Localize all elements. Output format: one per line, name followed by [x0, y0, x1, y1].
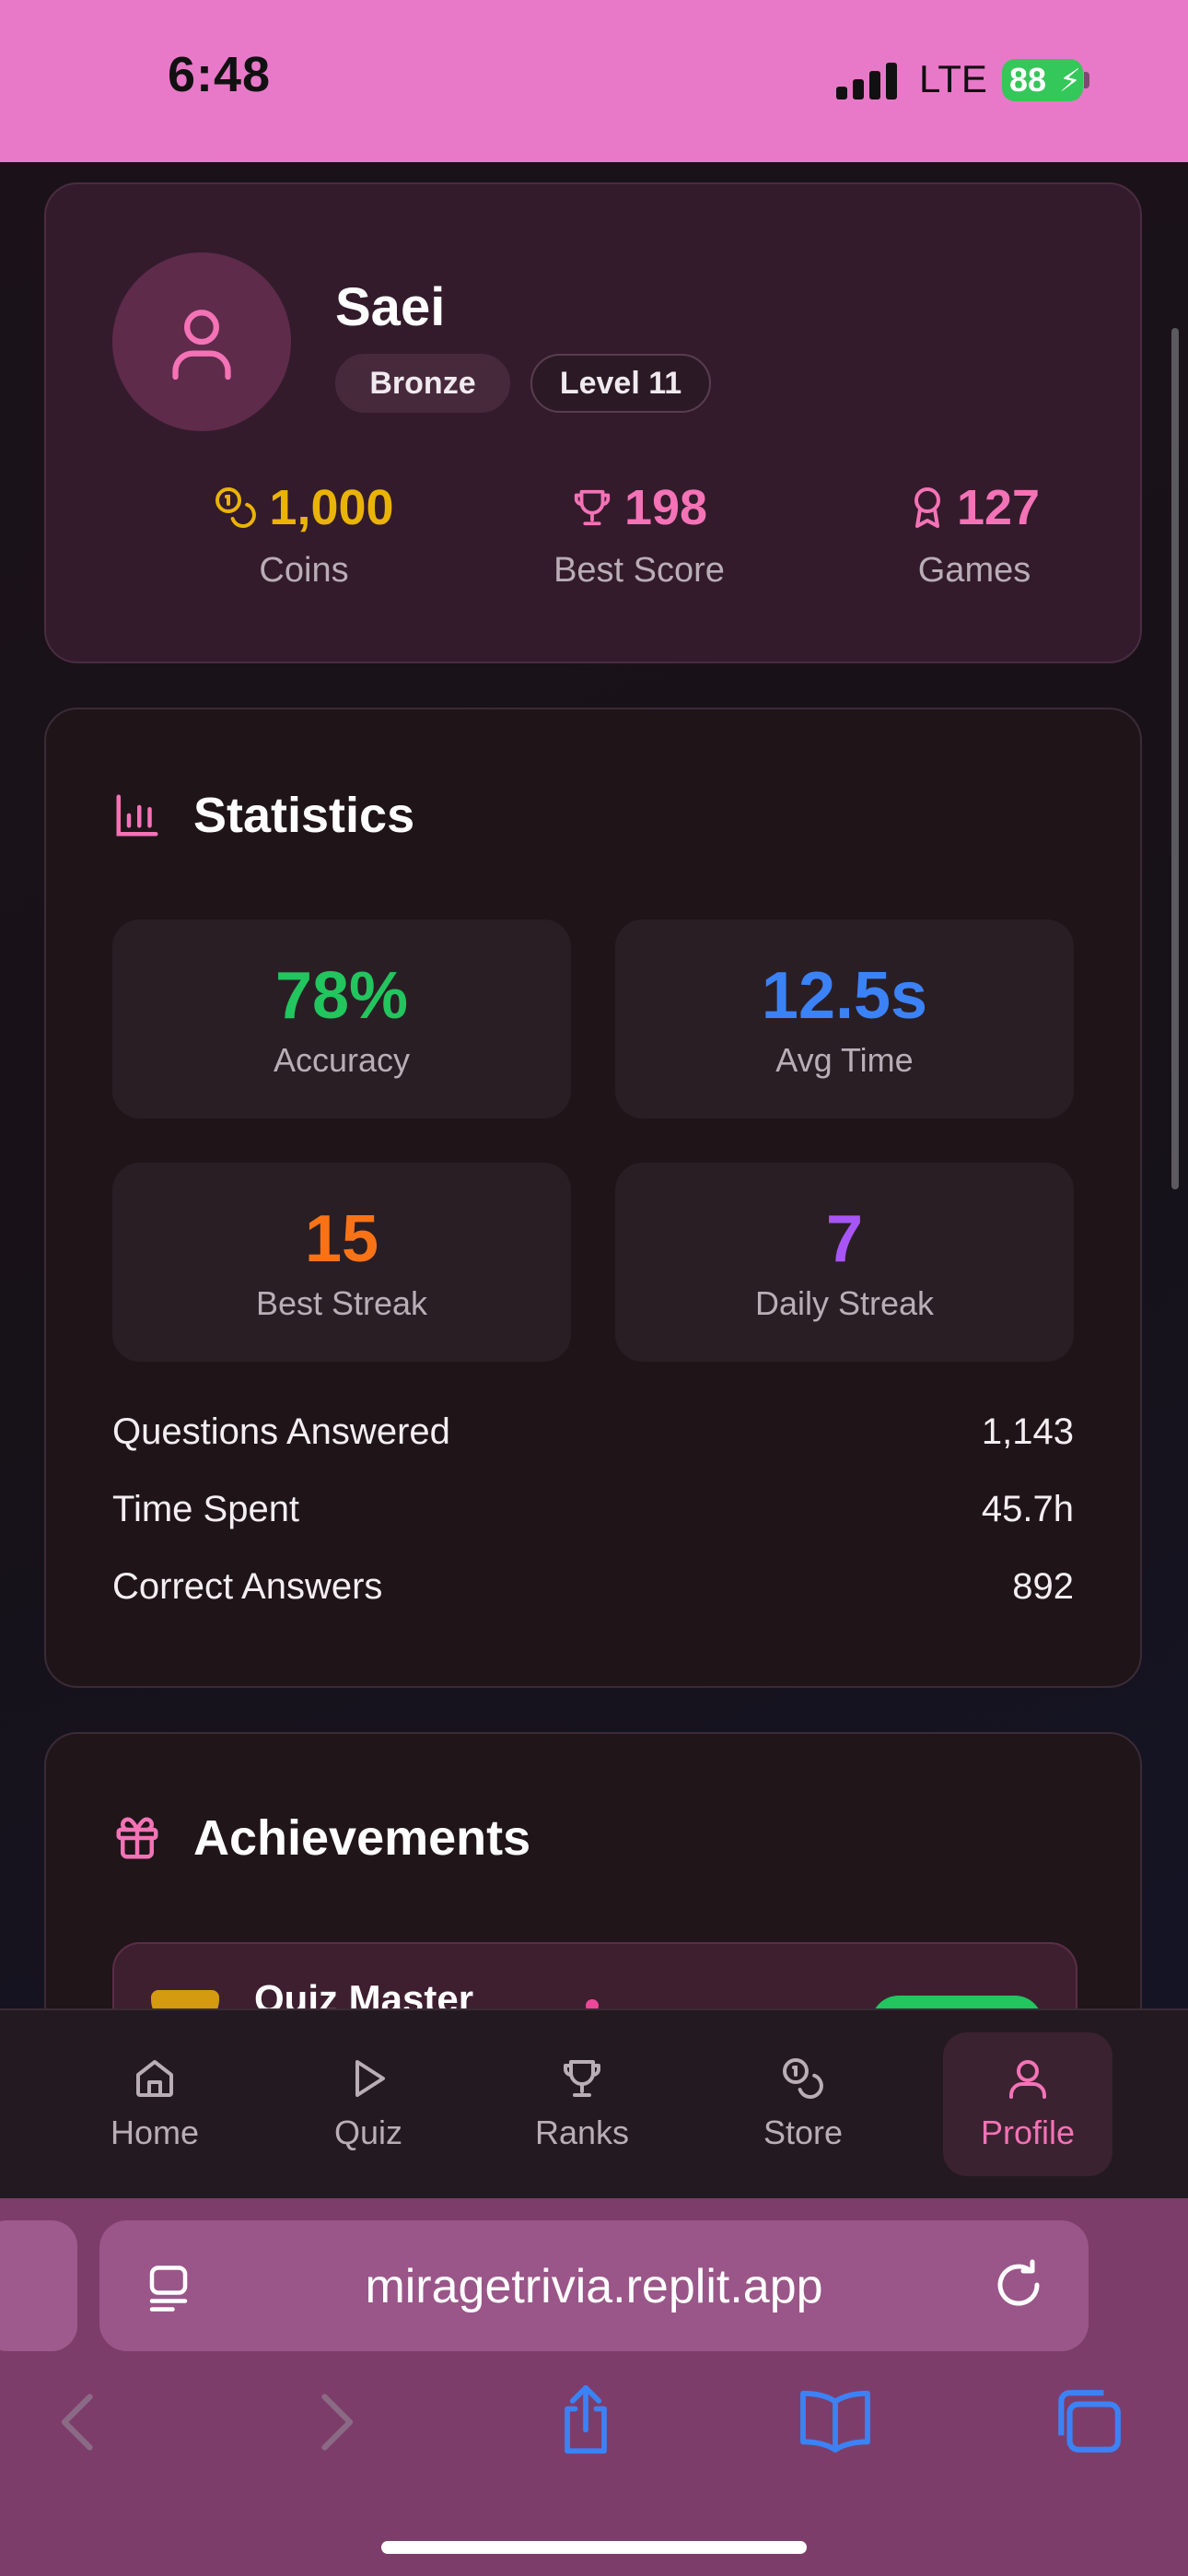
- trophy-icon: [574, 489, 611, 526]
- row-label: Time Spent: [112, 1489, 300, 1529]
- tabs-icon[interactable]: [1050, 2386, 1124, 2456]
- row-value: 45.7h: [981, 1489, 1074, 1529]
- scrollbar[interactable]: [1171, 328, 1179, 1189]
- share-icon[interactable]: [553, 2383, 619, 2456]
- avg-time-label: Avg Time: [775, 1041, 914, 1079]
- tab-label: Ranks: [534, 2113, 630, 2151]
- achievement-name: Quiz Master: [254, 1977, 474, 2008]
- row-value: 892: [1012, 1566, 1074, 1607]
- battery-level: 88: [1009, 61, 1047, 99]
- network-type: LTE: [919, 57, 987, 100]
- status-bar: 6:48 LTE 88 ⚡: [0, 0, 1188, 162]
- coins-stat: 1,000 Coins: [138, 479, 470, 591]
- play-icon: [355, 2060, 385, 2097]
- home-indicator[interactable]: [381, 2541, 807, 2554]
- tab-store[interactable]: Store: [718, 2032, 888, 2176]
- user-name: Saei: [335, 277, 446, 337]
- achievements-card: Achievements Quiz Master: [44, 1732, 1142, 2008]
- url-text: miragetrivia.replit.app: [365, 2260, 823, 2313]
- best-score-stat: 198 Best Score: [473, 479, 805, 591]
- achievement-dot: [586, 1999, 599, 2008]
- back-icon[interactable]: [55, 2390, 101, 2454]
- accuracy-value: 78%: [274, 959, 409, 1033]
- home-icon: [136, 2060, 173, 2097]
- tab-label: Quiz: [333, 2113, 403, 2151]
- status-time: 6:48: [168, 47, 272, 102]
- level-badge: Level 11: [530, 354, 711, 413]
- avatar: [112, 252, 291, 431]
- tab-label: Home: [110, 2113, 200, 2151]
- coins-icon: [783, 2058, 823, 2099]
- signal-icon: [836, 61, 899, 100]
- tab-label: Store: [763, 2113, 844, 2151]
- trophy-icon: [564, 2060, 600, 2097]
- tab-home[interactable]: Home: [70, 2032, 239, 2176]
- daily-streak-tile: 7 Daily Streak: [615, 1163, 1074, 1362]
- questions-answered-row: Questions Answered 1,143: [112, 1411, 1074, 1453]
- avg-time-tile: 12.5s Avg Time: [615, 919, 1074, 1118]
- daily-streak-value: 7: [825, 1202, 864, 1276]
- row-label: Correct Answers: [112, 1566, 383, 1607]
- tab-profile[interactable]: Profile: [943, 2032, 1112, 2176]
- avg-time-value: 12.5s: [761, 959, 928, 1033]
- user-icon: [1009, 2060, 1046, 2099]
- main-content[interactable]: Saei Bronze Level 11 1,000 Coins 198 Bes…: [0, 162, 1188, 2008]
- tab-quiz[interactable]: Quiz: [284, 2032, 453, 2176]
- statistics-card: Statistics 78% Accuracy 12.5s Avg Time 1…: [44, 708, 1142, 1688]
- time-spent-row: Time Spent 45.7h: [112, 1489, 1074, 1530]
- tab-label: Profile: [980, 2113, 1076, 2151]
- profile-card: Saei Bronze Level 11 1,000 Coins 198 Bes…: [44, 182, 1142, 663]
- tab-ranks[interactable]: Ranks: [497, 2032, 667, 2176]
- games-label: Games: [917, 551, 1031, 590]
- best-score-value: 198: [623, 480, 708, 535]
- correct-answers-row: Correct Answers 892: [112, 1566, 1074, 1608]
- previous-tab-preview[interactable]: [0, 2220, 77, 2351]
- coins-icon: [215, 487, 257, 528]
- award-icon: [914, 487, 940, 528]
- row-label: Questions Answered: [112, 1411, 450, 1452]
- accuracy-tile: 78% Accuracy: [112, 919, 571, 1118]
- gift-icon: [116, 1817, 158, 1859]
- bookmarks-icon[interactable]: [794, 2388, 877, 2453]
- user-icon: [172, 310, 231, 381]
- charging-icon: ⚡: [1059, 64, 1081, 99]
- bar-chart-icon: [116, 794, 158, 837]
- address-bar[interactable]: miragetrivia.replit.app: [99, 2220, 1089, 2351]
- coins-value: 1,000: [269, 480, 394, 535]
- daily-streak-label: Daily Streak: [754, 1284, 935, 1322]
- best-streak-tile: 15 Best Streak: [112, 1163, 571, 1362]
- trophy-icon: [151, 1990, 219, 2008]
- best-score-label: Best Score: [553, 551, 725, 590]
- best-streak-value: 15: [304, 1202, 379, 1276]
- achievements-title: Achievements: [193, 1810, 531, 1866]
- reload-icon[interactable]: [991, 2257, 1046, 2313]
- forward-icon[interactable]: [313, 2390, 359, 2454]
- tier-badge: Bronze: [335, 354, 510, 413]
- browser-chrome: miragetrivia.replit.app: [0, 2198, 1188, 2576]
- bottom-tab-bar: Home Quiz Ranks Store Profile: [0, 2008, 1188, 2198]
- coins-label: Coins: [259, 551, 349, 590]
- achievement-item[interactable]: Quiz Master: [112, 1942, 1077, 2008]
- row-value: 1,143: [981, 1411, 1074, 1452]
- games-stat: 127 Games: [809, 479, 1140, 591]
- games-value: 127: [956, 480, 1041, 535]
- achievement-status-badge: [871, 1996, 1042, 2008]
- best-streak-label: Best Streak: [255, 1284, 428, 1322]
- accuracy-label: Accuracy: [273, 1041, 411, 1079]
- statistics-title: Statistics: [193, 788, 415, 843]
